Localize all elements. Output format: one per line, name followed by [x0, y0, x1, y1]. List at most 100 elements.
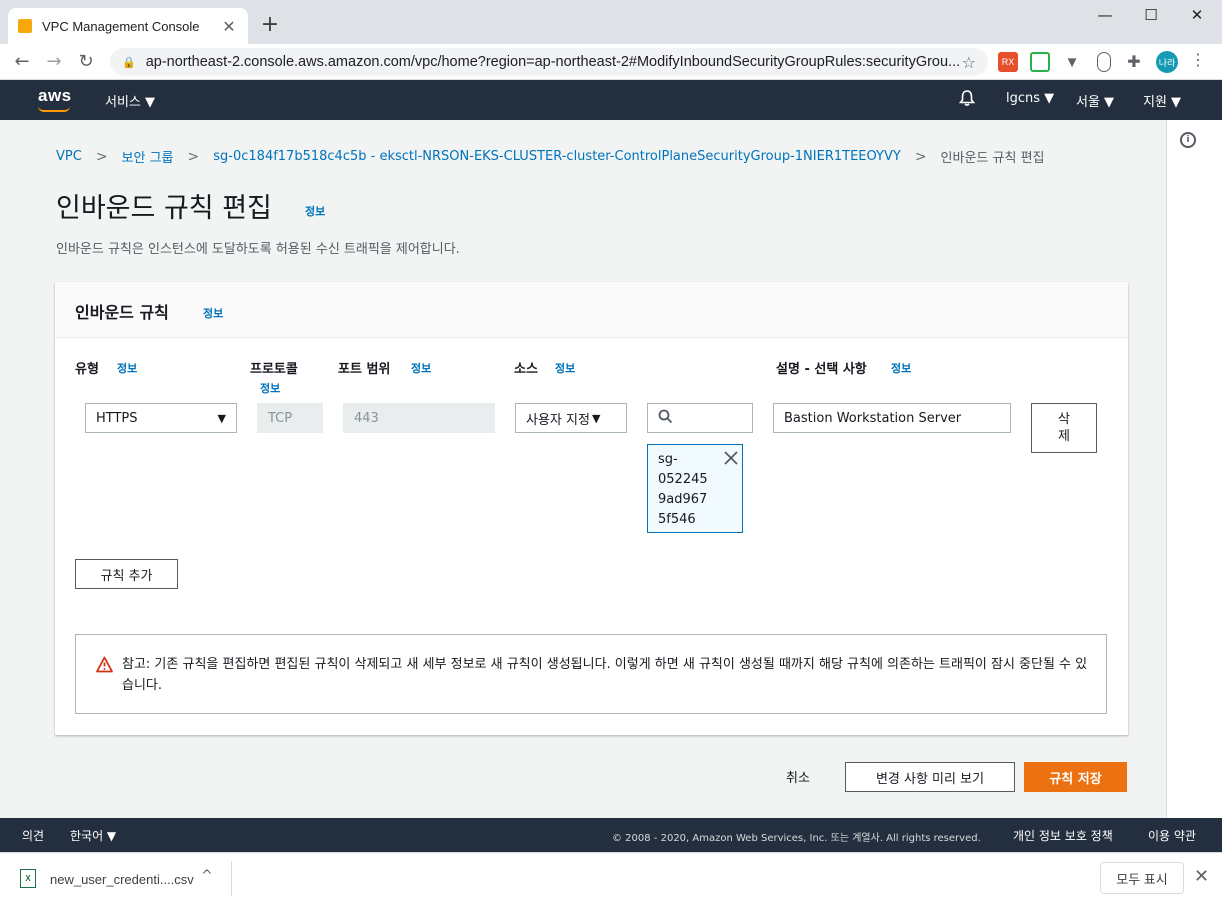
description-value: Bastion Workstation Server: [784, 410, 962, 426]
copyright-text: © 2008 - 2020, Amazon Web Services, Inc.…: [612, 833, 981, 844]
url-text[interactable]: ap-northeast-2.console.aws.amazon.com/vp…: [146, 54, 962, 70]
search-svg: [658, 409, 673, 423]
download-bar: X new_user_credenti....csv ^ 모두 표시 ✕: [0, 852, 1222, 903]
puzzle-extension-icon[interactable]: ✚: [1124, 52, 1144, 72]
panel-header: 인바운드 규칙 정보: [55, 282, 1128, 338]
back-button[interactable]: ←: [10, 50, 34, 74]
window-maximize-button[interactable]: ☐: [1136, 6, 1166, 24]
description-info-link[interactable]: 정보: [891, 360, 911, 376]
profile-avatar[interactable]: 나라: [1156, 51, 1178, 73]
address-bar[interactable]: 🔒 ap-northeast-2.console.aws.amazon.com/…: [110, 48, 988, 76]
privacy-policy-link[interactable]: 개인 정보 보호 정책: [1013, 827, 1113, 844]
rx-extension-icon[interactable]: RX: [998, 52, 1018, 72]
search-icon: [658, 409, 673, 428]
port-range-value: 443: [354, 410, 379, 426]
feedback-link[interactable]: 의견: [22, 827, 44, 844]
port-range-info-link[interactable]: 정보: [411, 360, 431, 376]
mouse-extension-icon[interactable]: [1097, 52, 1111, 72]
chevron-up-icon[interactable]: ^: [201, 868, 213, 884]
chevron-right-icon: >: [187, 148, 200, 165]
breadcrumb-security-groups[interactable]: 보안 그룹: [122, 147, 174, 166]
protocol-value: TCP: [268, 410, 293, 426]
chevron-right-icon: >: [95, 148, 108, 165]
inbound-rules-panel: 인바운드 규칙 정보 유형 정보 프로토콜 정보 포트 범위 정보 소스 정보 …: [55, 282, 1128, 735]
reload-button[interactable]: ↻: [74, 50, 98, 74]
caret-down-icon: ▼: [591, 411, 601, 425]
source-token-text: sg- 052245 9ad967 5f546: [658, 452, 708, 527]
info-icon[interactable]: i: [1180, 132, 1196, 148]
aws-cube-icon: [18, 19, 32, 33]
aws-logo[interactable]: aws: [38, 86, 72, 106]
breadcrumb-current: 인바운드 규칙 편집: [940, 151, 1045, 166]
tab-title: VPC Management Console: [42, 18, 200, 34]
support-menu[interactable]: 지원 ▼: [1143, 91, 1181, 110]
aws-smile-icon: [38, 106, 70, 112]
cancel-button[interactable]: 취소: [786, 767, 810, 786]
window-minimize-button[interactable]: —: [1090, 6, 1120, 24]
column-description-label: 설명 - 선택 사항: [776, 362, 867, 377]
aws-footer: 의견 한국어 ▼ © 2008 - 2020, Amazon Web Servi…: [0, 818, 1222, 852]
source-type-value: 사용자 지정: [526, 412, 590, 428]
preview-changes-button[interactable]: 변경 사항 미리 보기: [845, 762, 1015, 792]
chevron-right-icon: >: [914, 148, 927, 165]
port-range-field: 443: [343, 403, 495, 433]
save-rules-button[interactable]: 규칙 저장: [1024, 762, 1127, 792]
source-info-link[interactable]: 정보: [555, 360, 575, 376]
forward-button[interactable]: →: [42, 50, 66, 74]
terms-link[interactable]: 이용 약관: [1148, 827, 1196, 844]
source-search-input[interactable]: [647, 403, 753, 433]
page-title: 인바운드 규칙 편집: [56, 193, 272, 224]
type-info-link[interactable]: 정보: [117, 360, 137, 376]
browser-tab[interactable]: VPC Management Console ✕: [8, 8, 248, 44]
tab-close-icon[interactable]: ✕: [220, 17, 238, 36]
show-all-downloads-button[interactable]: 모두 표시: [1100, 862, 1184, 894]
type-select[interactable]: HTTPS ▼: [85, 403, 237, 433]
description-input[interactable]: Bastion Workstation Server: [773, 403, 1011, 433]
browser-tab-strip: VPC Management Console ✕ + — ☐ ✕: [0, 0, 1222, 44]
source-type-select[interactable]: 사용자 지정 ▼: [515, 403, 627, 433]
bell-svg: [958, 90, 976, 106]
help-panel-rail: i: [1166, 120, 1222, 818]
aws-top-nav: aws 서비스 ▼ lgcns ▼ 서울 ▼ 지원 ▼: [0, 80, 1222, 120]
breadcrumb-vpc[interactable]: VPC: [56, 149, 82, 164]
download-divider: [231, 861, 232, 896]
breadcrumb-security-group-id[interactable]: sg-0c184f17b518c4c5b - eksctl-NRSON-EKS-…: [213, 149, 901, 164]
region-menu[interactable]: 서울 ▼: [1076, 91, 1114, 110]
warning-text: 참고: 기존 규칙을 편집하면 편집된 규칙이 삭제되고 새 세부 정보로 새 …: [122, 657, 1088, 693]
account-menu[interactable]: lgcns ▼: [1006, 91, 1054, 106]
protocol-field: TCP: [257, 403, 323, 433]
panel-info-link[interactable]: 정보: [203, 305, 223, 321]
excel-file-icon: X: [20, 869, 36, 888]
language-select[interactable]: 한국어 ▼: [70, 827, 116, 844]
close-download-bar-icon[interactable]: ✕: [1194, 866, 1209, 887]
column-type-label: 유형: [75, 362, 99, 377]
warning-alert: 참고: 기존 규칙을 편집하면 편집된 규칙이 삭제되고 새 세부 정보로 새 …: [75, 634, 1107, 714]
protocol-info-link[interactable]: 정보: [260, 380, 280, 396]
warning-icon: [96, 656, 113, 673]
lock-icon: 🔒: [122, 55, 136, 69]
window-close-button[interactable]: ✕: [1182, 6, 1212, 24]
add-rule-button[interactable]: 규칙 추가: [75, 559, 178, 589]
services-menu[interactable]: 서비스 ▼: [105, 91, 155, 110]
delete-rule-button[interactable]: 삭 제: [1031, 403, 1097, 453]
main-content: VPC > 보안 그룹 > sg-0c184f17b518c4c5b - eks…: [0, 120, 1166, 818]
column-protocol-label: 프로토콜: [250, 362, 298, 377]
close-svg: [724, 451, 738, 465]
close-icon[interactable]: [724, 450, 738, 470]
page-description: 인바운드 규칙은 인스턴스에 도달하도록 허용된 수신 트래픽을 제어합니다.: [56, 242, 460, 257]
browser-menu-icon[interactable]: ⋮: [1190, 50, 1206, 69]
caret-down-icon: ▼: [217, 411, 226, 425]
breadcrumb: VPC > 보안 그룹 > sg-0c184f17b518c4c5b - eks…: [56, 147, 1045, 167]
bookmark-star-icon[interactable]: ☆: [962, 53, 976, 72]
browser-toolbar: ← → ↻ 🔒 ap-northeast-2.console.aws.amazo…: [0, 44, 1222, 80]
page-info-link[interactable]: 정보: [305, 203, 325, 219]
vuejs-extension-icon[interactable]: ▼: [1062, 52, 1082, 72]
new-tab-button[interactable]: +: [258, 12, 282, 37]
column-port-range-label: 포트 범위: [338, 362, 391, 377]
source-security-group-token: sg- 052245 9ad967 5f546: [647, 444, 743, 533]
bell-icon[interactable]: [958, 89, 976, 111]
column-source-label: 소스: [514, 362, 538, 377]
type-select-value: HTTPS: [96, 410, 138, 426]
green-extension-icon[interactable]: [1030, 52, 1050, 72]
download-file-name[interactable]: new_user_credenti....csv: [50, 872, 194, 887]
